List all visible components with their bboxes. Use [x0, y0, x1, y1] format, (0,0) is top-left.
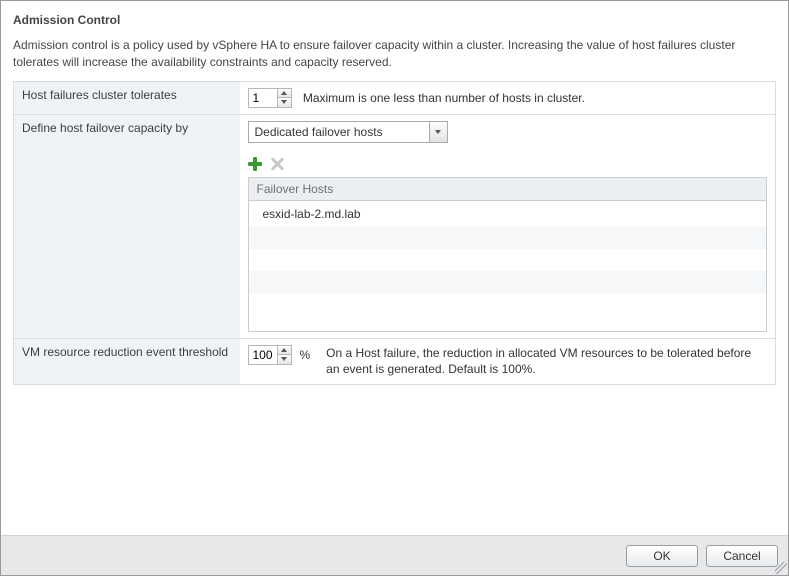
remove-host-icon: [270, 157, 284, 171]
chevron-up-icon: [281, 91, 287, 95]
table-row[interactable]: esxid-lab-2.md.lab: [249, 201, 767, 227]
cancel-button[interactable]: Cancel: [706, 545, 778, 567]
table-row: [249, 249, 767, 271]
table-row: [249, 271, 767, 293]
table-row: [249, 293, 767, 315]
host-failures-note: Maximum is one less than number of hosts…: [303, 91, 585, 105]
chevron-down-icon: [281, 357, 287, 361]
vm-threshold-label: VM resource reduction event threshold: [14, 338, 240, 385]
settings-form: Host failures cluster tolerates Maximum …: [13, 81, 776, 386]
section-title: Admission Control: [13, 13, 776, 27]
ok-button[interactable]: OK: [626, 545, 698, 567]
dialog-footer: OK Cancel: [1, 535, 788, 575]
add-host-icon[interactable]: [248, 157, 262, 171]
vm-threshold-unit: %: [300, 345, 311, 365]
vm-threshold-spinner[interactable]: [248, 345, 292, 365]
vm-threshold-input[interactable]: [249, 346, 277, 364]
vm-threshold-step-up[interactable]: [278, 346, 291, 356]
host-failures-spinner[interactable]: [248, 88, 292, 108]
host-failures-label: Host failures cluster tolerates: [14, 81, 240, 114]
failover-capacity-label: Define host failover capacity by: [14, 114, 240, 338]
failover-hosts-grid-body: esxid-lab-2.md.lab: [249, 201, 767, 331]
chevron-down-icon: [435, 130, 441, 134]
host-failures-input[interactable]: [249, 89, 277, 107]
host-failures-step-up[interactable]: [278, 89, 291, 99]
failover-hosts-toolbar: [248, 157, 768, 171]
failover-hosts-grid: Failover Hosts esxid-lab-2.md.lab: [248, 177, 768, 332]
failover-capacity-selected: Dedicated failover hosts: [249, 122, 429, 142]
chevron-up-icon: [281, 348, 287, 352]
vm-threshold-step-down[interactable]: [278, 355, 291, 364]
section-description: Admission control is a policy used by vS…: [13, 37, 776, 71]
failover-hosts-grid-header: Failover Hosts: [249, 178, 767, 201]
chevron-down-icon: [281, 100, 287, 104]
host-failures-step-down[interactable]: [278, 98, 291, 107]
failover-capacity-select[interactable]: Dedicated failover hosts: [248, 121, 448, 143]
vm-threshold-note: On a Host failure, the reduction in allo…: [326, 345, 767, 379]
failover-capacity-dropdown-button[interactable]: [429, 122, 447, 142]
table-row: [249, 227, 767, 249]
